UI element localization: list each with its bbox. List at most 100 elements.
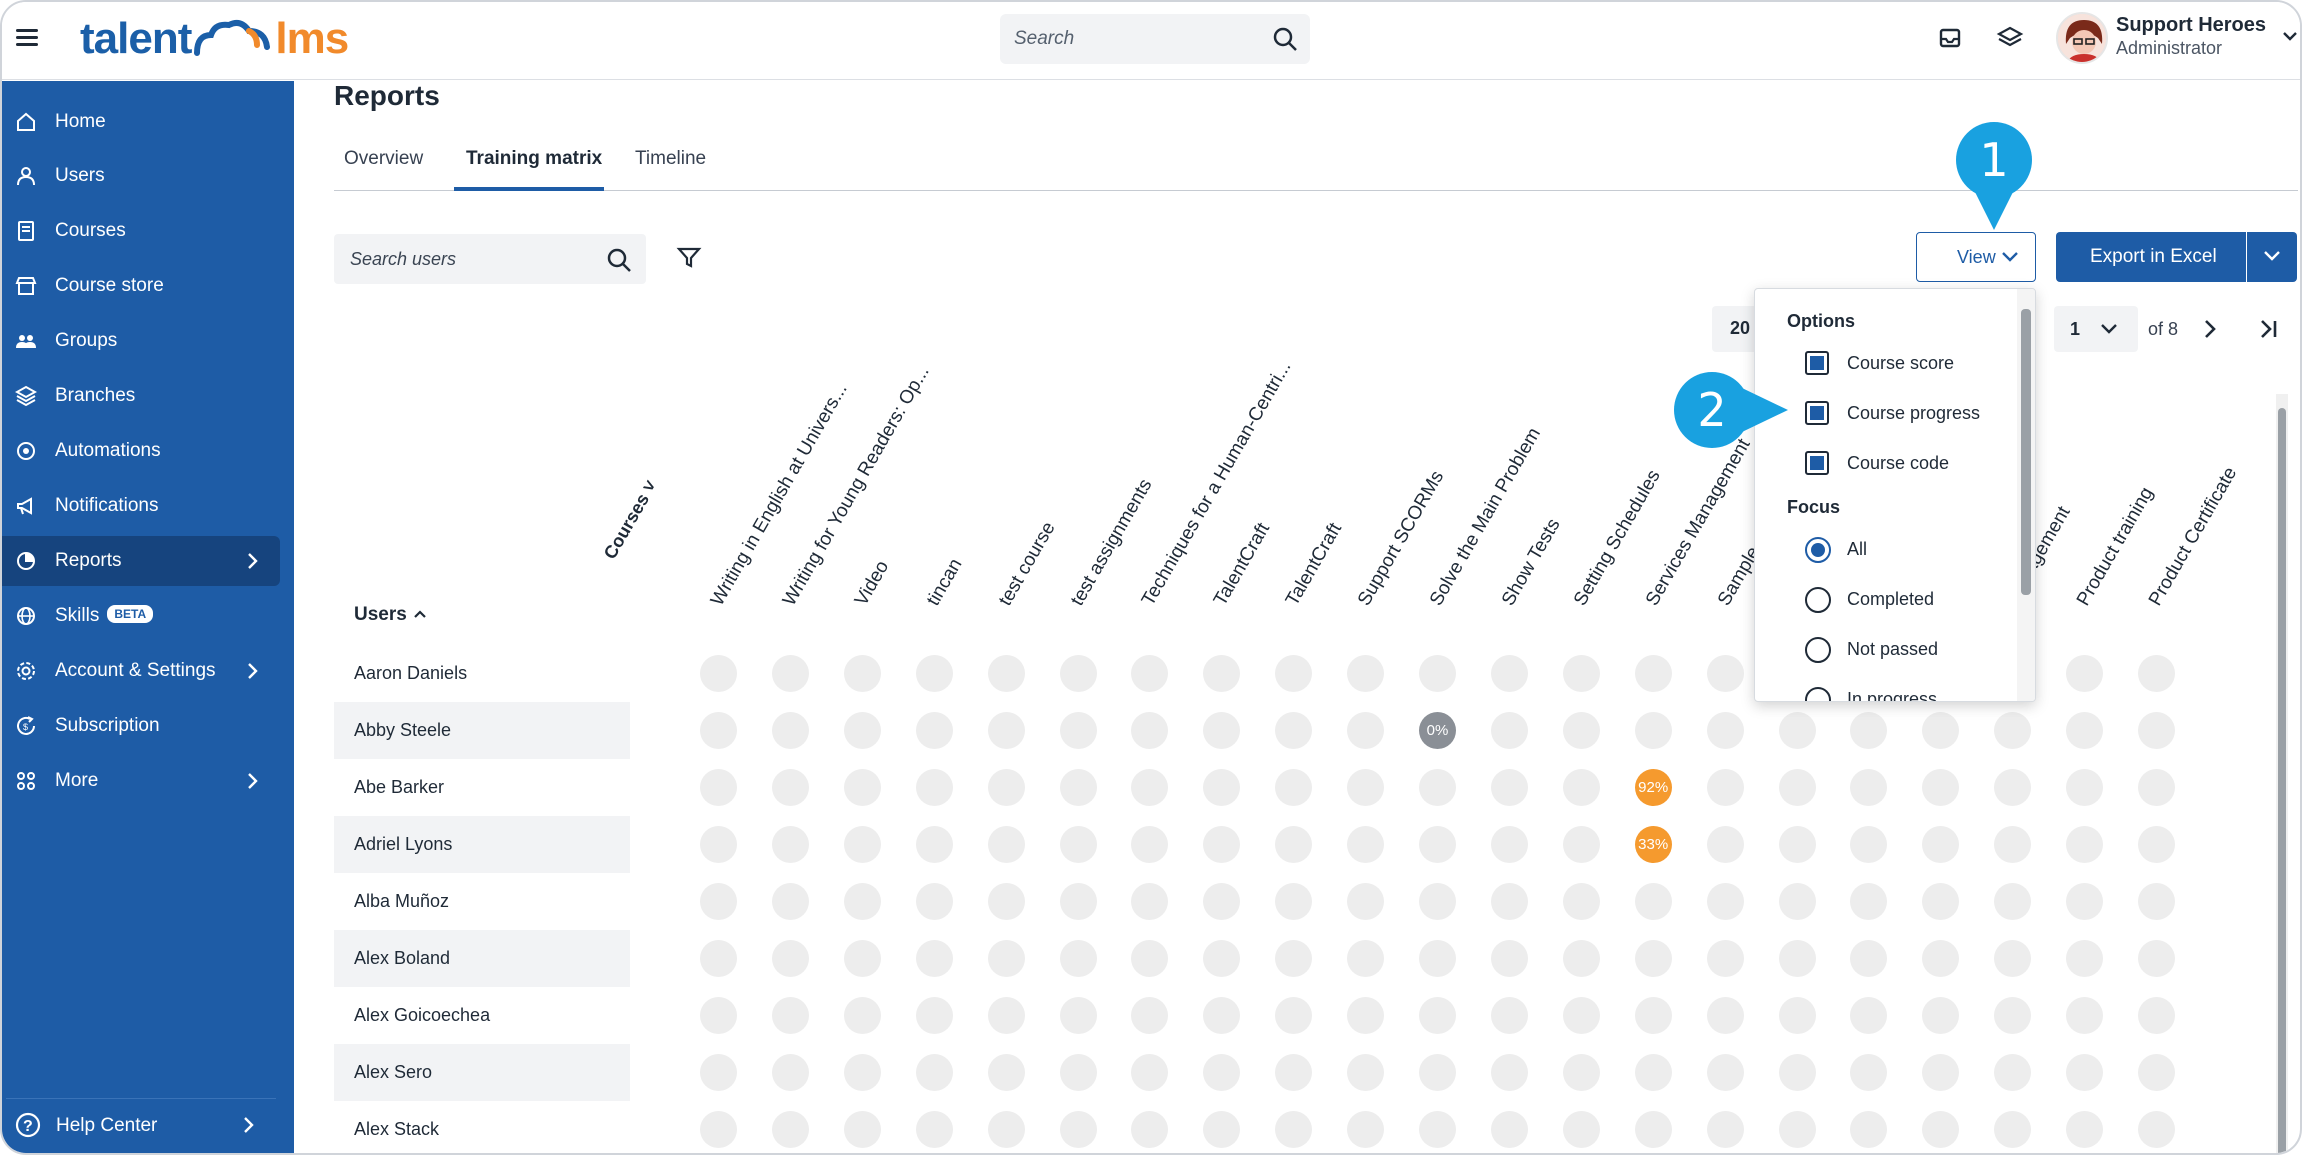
sidebar-item-users[interactable]: Users xyxy=(2,151,280,201)
table-row[interactable]: Alex Sero xyxy=(334,1044,630,1101)
radio-selected[interactable] xyxy=(1805,537,1831,563)
tab-overview[interactable]: Overview xyxy=(344,148,442,191)
matrix-cell[interactable] xyxy=(1994,940,2032,977)
sidebar-item-account-settings[interactable]: Account & Settings xyxy=(2,646,280,696)
matrix-cell[interactable] xyxy=(1490,883,1528,920)
matrix-cell[interactable] xyxy=(1994,826,2032,863)
matrix-cell[interactable] xyxy=(2138,1054,2175,1091)
matrix-cell[interactable] xyxy=(1634,940,1672,977)
matrix-cell[interactable] xyxy=(1562,712,1600,749)
matrix-cell[interactable] xyxy=(1922,826,1960,863)
matrix-cell[interactable] xyxy=(1922,1054,1960,1091)
matrix-cell[interactable] xyxy=(1850,826,1888,863)
matrix-cell[interactable] xyxy=(1706,826,1744,863)
matrix-cell[interactable] xyxy=(1347,826,1385,863)
matrix-cell[interactable] xyxy=(2066,940,2104,977)
radio-unselected[interactable] xyxy=(1805,637,1831,663)
matrix-cell[interactable] xyxy=(1634,883,1672,920)
matrix-cell[interactable] xyxy=(1922,883,1960,920)
matrix-cell[interactable] xyxy=(1419,655,1456,692)
filter-icon[interactable] xyxy=(676,246,702,270)
checkbox-checked[interactable] xyxy=(1805,401,1829,425)
matrix-cell[interactable] xyxy=(1634,655,1672,692)
matrix-cell[interactable] xyxy=(1778,883,1816,920)
matrix-cell[interactable] xyxy=(2066,769,2104,806)
matrix-cell[interactable] xyxy=(1275,997,1313,1034)
matrix-cell[interactable] xyxy=(1059,883,1097,920)
sidebar-item-course-store[interactable]: Course store xyxy=(2,261,280,311)
sidebar-item-courses[interactable]: Courses xyxy=(2,206,280,256)
view-button[interactable]: View xyxy=(1916,232,2036,282)
talentlms-logo[interactable]: talent lms xyxy=(80,14,349,64)
matrix-cell[interactable] xyxy=(915,769,953,806)
matrix-cell[interactable] xyxy=(915,712,953,749)
matrix-cell[interactable] xyxy=(2138,826,2175,863)
matrix-cell[interactable] xyxy=(1490,1111,1528,1148)
matrix-cell[interactable] xyxy=(1994,1111,2032,1148)
matrix-cell[interactable] xyxy=(1419,997,1456,1034)
matrix-cell[interactable] xyxy=(1419,1111,1456,1148)
matrix-cell[interactable] xyxy=(2138,940,2175,977)
matrix-cell[interactable] xyxy=(843,712,881,749)
matrix-cell[interactable] xyxy=(700,1111,737,1148)
matrix-cell[interactable] xyxy=(771,1111,809,1148)
matrix-cell[interactable] xyxy=(1275,940,1313,977)
matrix-cell[interactable] xyxy=(1922,712,1960,749)
matrix-cell[interactable] xyxy=(1922,940,1960,977)
sidebar-item-home[interactable]: Home xyxy=(2,97,280,147)
table-row[interactable]: Alex Stack xyxy=(334,1101,630,1153)
matrix-cell[interactable] xyxy=(771,655,809,692)
matrix-cell[interactable] xyxy=(1922,997,1960,1034)
matrix-cell[interactable] xyxy=(843,655,881,692)
matrix-cell[interactable] xyxy=(1490,1054,1528,1091)
radio-unselected[interactable] xyxy=(1805,587,1831,613)
matrix-cell[interactable] xyxy=(1347,1054,1385,1091)
matrix-cell[interactable] xyxy=(915,1054,953,1091)
matrix-cell[interactable] xyxy=(1131,769,1169,806)
matrix-cell[interactable] xyxy=(915,883,953,920)
matrix-cell[interactable] xyxy=(1059,655,1097,692)
search-icon[interactable] xyxy=(606,247,632,273)
matrix-cell[interactable] xyxy=(843,1054,881,1091)
matrix-cell[interactable] xyxy=(1419,940,1456,977)
matrix-cell[interactable] xyxy=(1562,997,1600,1034)
matrix-cell[interactable] xyxy=(2066,712,2104,749)
matrix-cell[interactable] xyxy=(2066,1054,2104,1091)
matrix-cell[interactable] xyxy=(2066,883,2104,920)
search-users-input[interactable] xyxy=(334,234,584,284)
matrix-cell[interactable] xyxy=(1203,1111,1241,1148)
matrix-cell[interactable] xyxy=(1778,769,1816,806)
matrix-cell[interactable] xyxy=(1778,997,1816,1034)
matrix-cell[interactable] xyxy=(1131,940,1169,977)
matrix-cell[interactable] xyxy=(1562,1111,1600,1148)
matrix-cell[interactable] xyxy=(1706,1054,1744,1091)
matrix-cell[interactable] xyxy=(700,655,737,692)
matrix-cell[interactable] xyxy=(1778,940,1816,977)
matrix-cell[interactable] xyxy=(1562,1054,1600,1091)
matrix-cell[interactable] xyxy=(771,940,809,977)
matrix-cell[interactable] xyxy=(1706,883,1744,920)
matrix-cell[interactable] xyxy=(1347,655,1385,692)
matrix-cell[interactable] xyxy=(987,1054,1025,1091)
matrix-cell[interactable] xyxy=(1634,712,1672,749)
matrix-cell[interactable] xyxy=(1275,769,1313,806)
matrix-cell[interactable] xyxy=(843,940,881,977)
matrix-cell[interactable] xyxy=(1490,997,1528,1034)
matrix-cell[interactable] xyxy=(700,826,737,863)
matrix-cell[interactable] xyxy=(1275,712,1313,749)
matrix-cell[interactable] xyxy=(1634,1054,1672,1091)
matrix-cell[interactable] xyxy=(1059,1054,1097,1091)
sidebar-item-reports[interactable]: Reports xyxy=(2,536,280,586)
matrix-cell[interactable] xyxy=(987,769,1025,806)
matrix-cell[interactable] xyxy=(1562,883,1600,920)
table-row[interactable]: Alex Boland xyxy=(334,930,630,987)
hamburger-menu-icon[interactable] xyxy=(16,26,38,48)
inbox-icon[interactable] xyxy=(1936,24,1964,52)
matrix-cell[interactable] xyxy=(2138,712,2175,749)
table-row[interactable]: Adriel Lyons xyxy=(334,816,630,873)
matrix-cell[interactable] xyxy=(1850,883,1888,920)
help-center-link[interactable]: ? Help Center xyxy=(6,1098,276,1148)
matrix-cell[interactable] xyxy=(1419,769,1456,806)
matrix-cell[interactable] xyxy=(1203,940,1241,977)
matrix-cell[interactable] xyxy=(1706,655,1744,692)
